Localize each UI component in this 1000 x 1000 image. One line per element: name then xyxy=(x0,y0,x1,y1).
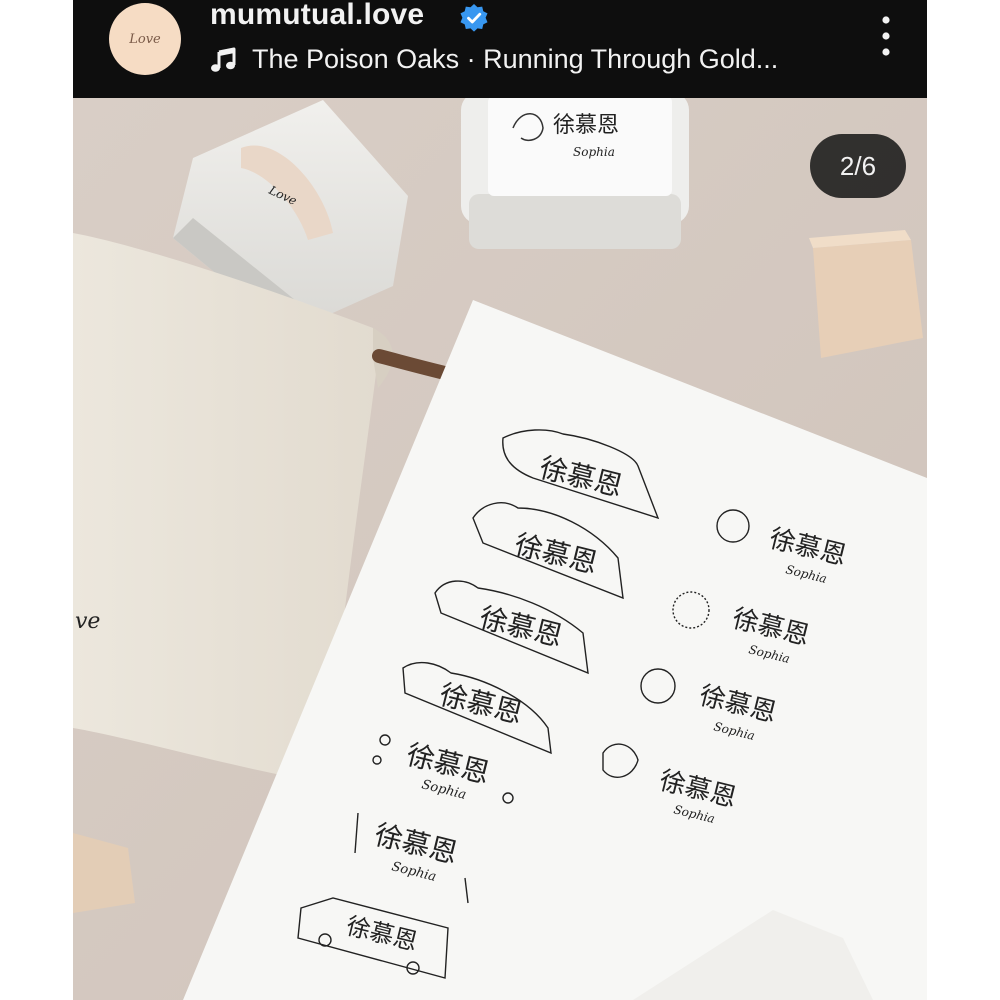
wooden-block-right xyxy=(809,230,923,358)
bag-logo-text: ve xyxy=(75,609,100,634)
post-photo[interactable]: Love 徐慕恩 Sophia ve 徐慕恩 徐慕恩 徐慕恩 徐慕恩 徐慕恩 S… xyxy=(73,98,927,1000)
avatar[interactable]: Love xyxy=(109,3,181,75)
stamp-box-top: 徐慕恩 Sophia xyxy=(461,98,689,249)
post-header: Love mumutual.love The Poison Oaks · Run… xyxy=(73,0,927,98)
music-note-icon xyxy=(211,47,236,72)
more-vertical-icon[interactable] xyxy=(876,14,896,58)
avatar-logo-text: Love xyxy=(129,31,161,47)
username[interactable]: mumutual.love xyxy=(210,0,424,32)
box-stamp-name: 徐慕恩 xyxy=(553,113,619,138)
post: Love mumutual.love The Poison Oaks · Run… xyxy=(73,0,927,1000)
verified-badge-icon xyxy=(460,4,488,32)
song-title[interactable]: The Poison Oaks · Running Through Gold..… xyxy=(252,44,778,75)
box-stamp-sub: Sophia xyxy=(573,145,615,159)
carousel-counter: 2/6 xyxy=(810,134,906,198)
